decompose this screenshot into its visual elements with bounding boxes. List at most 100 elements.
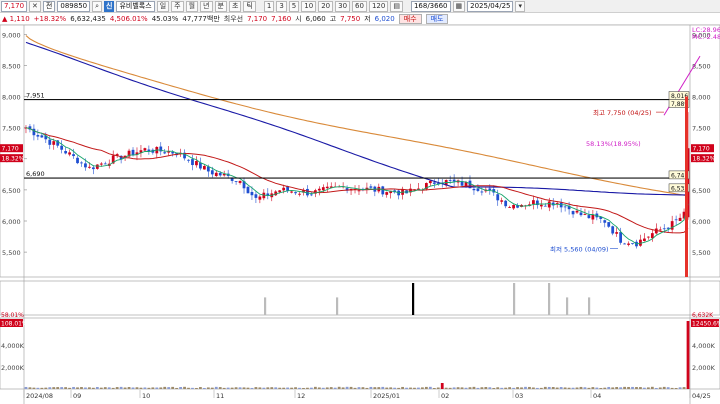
price-chart[interactable]: 9,000 9,0008,500 8,5008,000 8,0007,500 7,500… bbox=[0, 25, 720, 404]
volume-bar bbox=[179, 387, 182, 389]
period-minute-button[interactable]: 분 bbox=[214, 0, 227, 12]
volume-bar bbox=[686, 321, 690, 389]
volume-bar bbox=[266, 387, 270, 389]
volume-bar bbox=[678, 387, 682, 389]
volume-bar bbox=[91, 387, 95, 389]
volume-bar bbox=[48, 387, 52, 389]
market-select[interactable]: 전 bbox=[42, 0, 56, 12]
period-month-button[interactable]: 월 bbox=[185, 0, 199, 12]
volume-bar bbox=[329, 387, 333, 389]
stock-code-input[interactable]: 089850 bbox=[57, 0, 91, 12]
sell-button[interactable]: 매도 bbox=[425, 13, 449, 24]
volume-bar bbox=[210, 387, 214, 389]
volume-tick-right: 2,000K bbox=[692, 364, 716, 372]
price-tick-right: 5,500 bbox=[692, 249, 711, 257]
volume-bar bbox=[559, 387, 563, 389]
period-tick-button[interactable]: 틱 bbox=[243, 0, 256, 12]
volume-bar bbox=[670, 387, 674, 389]
volume-bar bbox=[199, 387, 202, 389]
volume-bar bbox=[234, 387, 238, 389]
volume-bar bbox=[421, 387, 424, 389]
volume-bar bbox=[202, 387, 206, 389]
marker-panel bbox=[0, 280, 720, 316]
volume-bar bbox=[155, 387, 159, 389]
volume-bar bbox=[377, 387, 381, 389]
volume-bar bbox=[310, 387, 313, 389]
volume-bar bbox=[321, 387, 325, 389]
volume-bar bbox=[115, 387, 119, 389]
volume-bar bbox=[631, 386, 634, 389]
volume-bar bbox=[639, 387, 642, 389]
price-box-label: 18.32% bbox=[2, 156, 25, 163]
volume-bar bbox=[512, 387, 515, 389]
volume-bar bbox=[365, 387, 369, 389]
open-label: 시 bbox=[295, 14, 302, 23]
date-tick: 04/25 bbox=[692, 392, 711, 400]
volume-bar bbox=[52, 387, 56, 389]
indicator-text: MC:-2.48 bbox=[692, 33, 720, 41]
volume-bar bbox=[258, 387, 262, 389]
volume-bar bbox=[615, 387, 619, 389]
chevron-down-icon[interactable]: ▾ bbox=[515, 0, 525, 12]
volume-bar bbox=[88, 387, 91, 389]
close-icon[interactable]: ✕ bbox=[29, 0, 41, 12]
low-value: 6,020 bbox=[374, 14, 395, 23]
volume-bar bbox=[167, 387, 171, 389]
volume-bar bbox=[40, 387, 44, 389]
volume-bar bbox=[317, 387, 321, 389]
period-year-button[interactable]: 년 bbox=[200, 0, 213, 12]
interval-120-button[interactable]: 120 bbox=[368, 0, 389, 12]
volume-bar bbox=[274, 387, 278, 389]
volume-bar bbox=[619, 387, 623, 389]
interval-3-button[interactable]: 3 bbox=[276, 0, 287, 12]
volume-bar bbox=[238, 387, 242, 389]
price-tick-right: 8,000 bbox=[692, 94, 711, 102]
volume-bar bbox=[551, 387, 555, 389]
count-field[interactable]: 168/3660 bbox=[410, 0, 451, 12]
volume-bar bbox=[543, 386, 547, 389]
stock-name[interactable]: 유비벨록스 bbox=[116, 0, 155, 12]
new-badge: 신 bbox=[104, 0, 115, 12]
volume-bar bbox=[611, 387, 615, 389]
interval-20-button[interactable]: 20 bbox=[318, 0, 334, 12]
volume-bar bbox=[32, 387, 36, 389]
horizontal-line-label: 6,690 bbox=[26, 170, 45, 178]
marker-bar bbox=[588, 297, 591, 315]
volume-bar bbox=[393, 387, 397, 389]
volume-bar bbox=[373, 387, 377, 389]
low-annotation: 최저 5,560 (04/09) bbox=[550, 244, 609, 253]
volume-bar bbox=[337, 386, 341, 389]
volume-bar bbox=[436, 387, 440, 389]
volume-bar bbox=[476, 387, 480, 389]
price-box-label: 18.32% bbox=[693, 156, 716, 163]
volume-bar bbox=[397, 387, 401, 389]
interval-10-button[interactable]: 10 bbox=[301, 0, 317, 12]
interval-60-button[interactable]: 60 bbox=[352, 0, 367, 12]
interval-30-button[interactable]: 30 bbox=[335, 0, 351, 12]
volume-bar bbox=[500, 387, 504, 389]
date-field[interactable]: 2025/04/25 bbox=[467, 0, 514, 12]
date-tick: 09 bbox=[73, 392, 81, 400]
interval-1-button[interactable]: 1 bbox=[263, 0, 275, 12]
period-second-button[interactable]: 초 bbox=[228, 0, 242, 12]
volume-bar bbox=[456, 387, 460, 389]
marker-bar bbox=[513, 283, 516, 315]
volume-bar bbox=[654, 387, 658, 389]
volume-bar bbox=[575, 387, 579, 389]
volume-bar bbox=[127, 387, 131, 389]
chart-type-icon[interactable]: ▤ bbox=[390, 0, 403, 12]
volume-bar bbox=[353, 387, 357, 389]
search-icon[interactable]: ⌕ bbox=[92, 0, 103, 12]
volume-bar bbox=[123, 387, 127, 389]
buy-button[interactable]: 매수 bbox=[398, 13, 422, 24]
period-day-button[interactable]: 일 bbox=[156, 0, 170, 12]
volume-bar bbox=[325, 387, 329, 389]
price-tick-left: 8,000 bbox=[2, 94, 21, 102]
volume-bar bbox=[226, 387, 230, 389]
period-week-button[interactable]: 주 bbox=[171, 0, 184, 12]
marker-bar bbox=[264, 297, 267, 315]
calendar-icon[interactable]: ▦ bbox=[452, 0, 466, 12]
volume-bar bbox=[270, 387, 274, 389]
interval-5-button[interactable]: 5 bbox=[288, 0, 300, 12]
date-tick: 2024/08 bbox=[26, 392, 53, 400]
